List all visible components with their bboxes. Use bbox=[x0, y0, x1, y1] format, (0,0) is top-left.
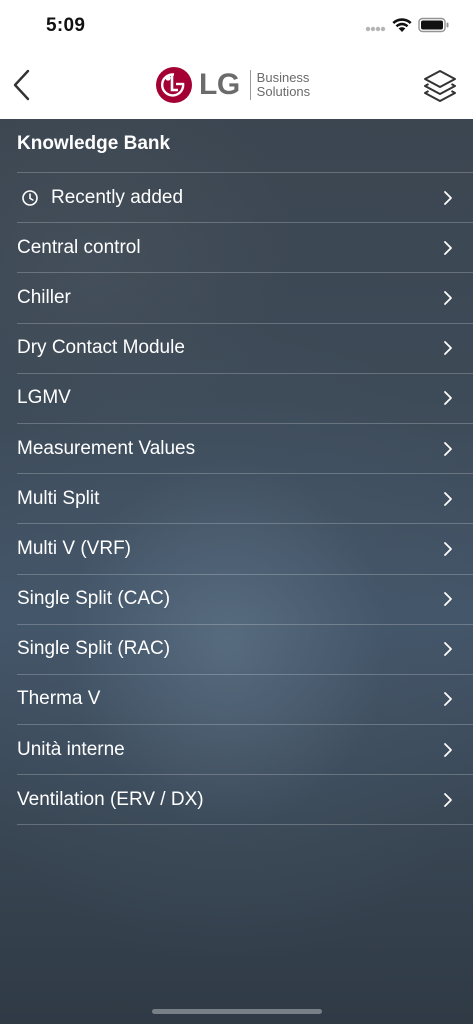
list-item-ventilation[interactable]: Ventilation (ERV / DX) bbox=[17, 775, 473, 826]
lg-business-solutions-logo: LG Business Solutions bbox=[155, 65, 310, 105]
list-item-central-control[interactable]: Central control bbox=[17, 223, 473, 274]
logo-subtitle-line2: Solutions bbox=[256, 84, 311, 99]
list-item-label: Multi V (VRF) bbox=[17, 537, 131, 559]
list-item-label: Single Split (CAC) bbox=[17, 588, 171, 610]
list-item-label: Chiller bbox=[17, 286, 71, 308]
list-item-multi-v-vrf[interactable]: Multi V (VRF) bbox=[17, 524, 473, 575]
chevron-right-icon bbox=[444, 441, 452, 456]
list-item-label: LGMV bbox=[17, 387, 71, 409]
list-item-multi-split[interactable]: Multi Split bbox=[17, 474, 473, 525]
list-item-label: Recently added bbox=[51, 186, 184, 208]
logo-subtitle: Business Solutions bbox=[257, 71, 310, 99]
chevron-right-icon bbox=[444, 190, 452, 205]
layers-button[interactable] bbox=[422, 68, 458, 104]
list-item-label: Central control bbox=[17, 236, 141, 258]
list-item-recently-added[interactable]: Recently added bbox=[17, 173, 473, 224]
list-item-chiller[interactable]: Chiller bbox=[17, 273, 473, 324]
logo-divider bbox=[249, 70, 251, 100]
back-button[interactable] bbox=[6, 64, 40, 106]
section-title: Knowledge Bank bbox=[17, 133, 171, 154]
category-list: Recently added Central control Chiller D… bbox=[17, 172, 473, 826]
chevron-right-icon bbox=[444, 792, 452, 807]
lg-face-logo-icon bbox=[156, 67, 192, 103]
list-item-label: Dry Contact Module bbox=[17, 337, 185, 359]
list-item-label: Single Split (RAC) bbox=[17, 638, 171, 660]
chevron-right-icon bbox=[444, 391, 452, 406]
chevron-right-icon bbox=[444, 291, 452, 305]
list-item-lgmv[interactable]: LGMV bbox=[17, 374, 473, 424]
list-item-label: Therma V bbox=[17, 688, 101, 710]
list-item-single-split-cac[interactable]: Single Split (CAC) bbox=[17, 575, 473, 625]
wifi-icon bbox=[392, 18, 412, 32]
chevron-right-icon bbox=[444, 240, 452, 255]
list-item-single-split-rac[interactable]: Single Split (RAC) bbox=[17, 625, 473, 675]
navigation-bar: LG Business Solutions bbox=[0, 52, 473, 119]
chevron-right-icon bbox=[444, 592, 452, 606]
status-bar: 5:09 bbox=[0, 0, 473, 52]
chevron-right-icon bbox=[444, 542, 452, 556]
home-indicator[interactable] bbox=[152, 1009, 322, 1014]
chevron-left-icon bbox=[13, 69, 30, 101]
list-item-label: Unità interne bbox=[17, 738, 125, 760]
list-item-label: Measurement Values bbox=[17, 437, 196, 459]
logo-subtitle-line1: Business bbox=[256, 70, 310, 85]
chevron-right-icon bbox=[444, 692, 452, 707]
chevron-right-icon bbox=[444, 341, 452, 356]
list-item-label: Multi Split bbox=[17, 487, 100, 509]
knowledge-bank-panel: Knowledge Bank Recently added Central co… bbox=[0, 119, 473, 1024]
logo-brand: LG bbox=[199, 68, 240, 101]
list-item-unita-interne[interactable]: Unità interne bbox=[17, 725, 473, 776]
list-item-dry-contact-module[interactable]: Dry Contact Module bbox=[17, 324, 473, 374]
list-item-label: Ventilation (ERV / DX) bbox=[17, 788, 204, 810]
status-time: 5:09 bbox=[46, 15, 86, 36]
cellular-signal-icon bbox=[365, 26, 386, 32]
battery-icon bbox=[418, 17, 449, 33]
clock-icon bbox=[22, 189, 38, 206]
chevron-right-icon bbox=[444, 642, 452, 657]
list-item-therma-v[interactable]: Therma V bbox=[17, 675, 473, 726]
chevron-right-icon bbox=[444, 742, 452, 757]
list-item-measurement-values[interactable]: Measurement Values bbox=[17, 424, 473, 475]
layers-icon bbox=[424, 70, 456, 102]
chevron-right-icon bbox=[444, 491, 452, 506]
